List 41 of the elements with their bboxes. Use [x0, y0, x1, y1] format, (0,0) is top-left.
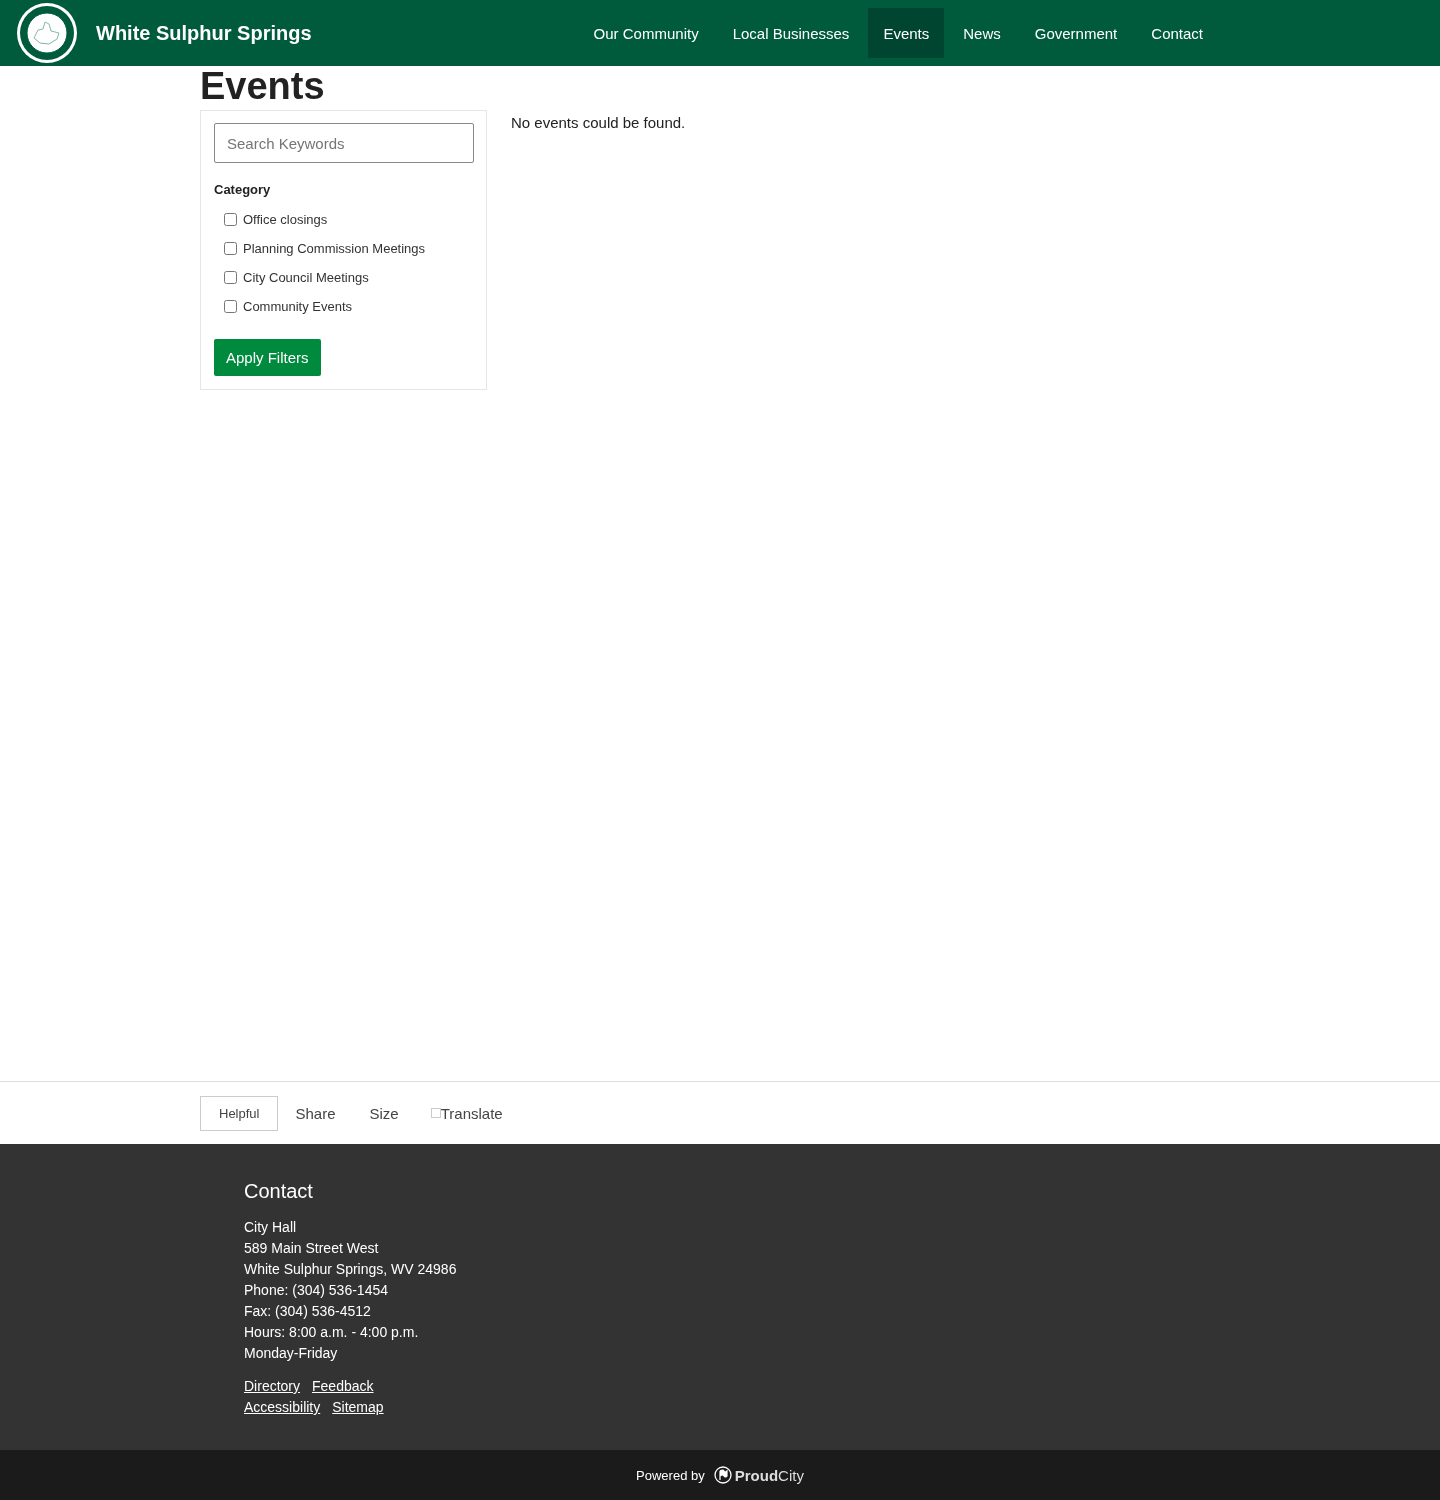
city-seal-logo[interactable] — [16, 2, 78, 64]
nav-link[interactable]: Local Businesses — [717, 8, 865, 58]
contact-info-line: 589 Main Street West — [244, 1239, 379, 1258]
flag-icon — [713, 1466, 732, 1484]
translate-button[interactable]: Translate — [415, 1094, 520, 1132]
category-checkbox[interactable] — [224, 271, 237, 284]
category-label[interactable]: Planning Commission Meetings — [243, 241, 426, 256]
placeholder-icon — [430, 1108, 441, 1118]
nav-link[interactable]: Contact — [1136, 8, 1218, 58]
category-checkbox[interactable] — [224, 242, 237, 255]
nav-link[interactable]: Our Community — [578, 8, 714, 58]
share-button[interactable]: Share — [278, 1094, 353, 1132]
size-button[interactable]: Size — [352, 1094, 416, 1132]
nav-link[interactable]: Events — [868, 8, 945, 58]
category-label[interactable]: City Council Meetings — [243, 270, 369, 285]
nav-link[interactable]: News — [948, 8, 1016, 58]
footer-heading: Contact — [244, 1180, 314, 1203]
contact-info-line: City Hall — [244, 1218, 297, 1237]
category-label[interactable]: Community Events — [243, 299, 353, 314]
apply-filters-button[interactable]: Apply Filters — [214, 339, 321, 376]
category-checkbox[interactable] — [224, 213, 237, 226]
site-title[interactable]: White Sulphur Springs — [96, 21, 312, 45]
page-title: Events — [200, 66, 326, 106]
footer-link[interactable]: Accessibility — [244, 1397, 321, 1418]
category-label: Category — [214, 182, 271, 197]
contact-info-line: Fax: (304) 536-4512 — [244, 1302, 371, 1321]
footer-link[interactable]: Directory — [244, 1376, 300, 1397]
contact-info-line: Monday-Friday — [244, 1344, 338, 1363]
category-label[interactable]: Office closings — [243, 212, 328, 227]
empty-message: No events could be found. — [511, 114, 686, 131]
contact-info-line: White Sulphur Springs, WV 24986 — [244, 1260, 457, 1279]
search-field[interactable]: Search Keywords — [214, 123, 474, 163]
category-checkbox[interactable] — [224, 300, 237, 313]
footer-link[interactable]: Feedback — [312, 1376, 374, 1397]
nav-link[interactable]: Government — [1019, 8, 1133, 58]
footer-link[interactable]: Sitemap — [332, 1397, 384, 1418]
contact-info-line: Phone: (304) 536-1454 — [244, 1281, 388, 1300]
powered-by-text: Powered by — [636, 1467, 705, 1483]
proudcity-logo[interactable]: ProudCity — [713, 1466, 804, 1484]
contact-info-line: Hours: 8:00 a.m. - 4:00 p.m. — [244, 1323, 419, 1342]
helpful-button[interactable]: Helpful — [200, 1095, 279, 1131]
